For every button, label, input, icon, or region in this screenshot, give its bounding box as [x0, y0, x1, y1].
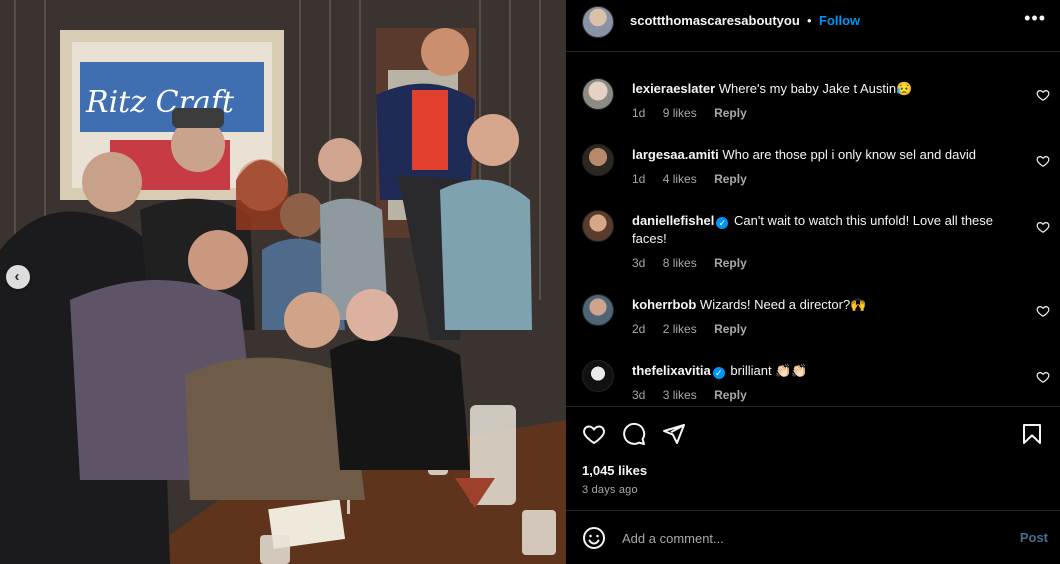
- reply-button[interactable]: Reply: [714, 322, 747, 336]
- comment-bubble-icon[interactable]: [622, 422, 646, 446]
- comment-meta: 3d 3 likes Reply: [632, 388, 761, 402]
- post-header: scottthomascaresaboutyou • Follow •••: [566, 0, 1060, 52]
- heart-icon[interactable]: [582, 422, 606, 446]
- comment-input[interactable]: [622, 527, 982, 549]
- more-options-icon[interactable]: •••: [1024, 8, 1046, 29]
- separator-dot: •: [807, 13, 812, 28]
- comment-age: 3d: [632, 388, 646, 402]
- comment-text-line: koherrbob Wizards! Need a director?🙌: [632, 296, 1016, 314]
- reply-button[interactable]: Reply: [714, 172, 747, 186]
- reply-button[interactable]: Reply: [714, 388, 747, 402]
- comment-text: Wizards! Need a director?🙌: [699, 297, 867, 312]
- comment-username[interactable]: largesaa.amiti: [632, 147, 719, 162]
- comment-text-line: largesaa.amiti Who are those ppl i only …: [632, 146, 1016, 164]
- reply-button[interactable]: Reply: [714, 256, 747, 270]
- comment-text-line: thefelixavitia ✓ brilliant 👏🏻👏🏻: [632, 362, 1016, 380]
- comment-meta: 1d 4 likes Reply: [632, 172, 761, 186]
- commenter-avatar[interactable]: [582, 294, 614, 326]
- comment-username[interactable]: thefelixavitia: [632, 363, 711, 378]
- bookmark-icon[interactable]: [1020, 422, 1044, 446]
- comment-likes[interactable]: 3 likes: [663, 388, 697, 402]
- commenter-avatar[interactable]: [582, 360, 614, 392]
- comment-text: brilliant 👏🏻👏🏻: [730, 363, 808, 378]
- comments-list[interactable]: lexieraeslater Where's my baby Jake t Au…: [566, 52, 1060, 406]
- post-photo[interactable]: Ritz Craft ‹: [0, 0, 566, 564]
- comment-age: 1d: [632, 172, 646, 186]
- post-comment-button[interactable]: Post: [1020, 530, 1048, 545]
- commenter-avatar[interactable]: [582, 144, 614, 176]
- comment-likes[interactable]: 4 likes: [663, 172, 697, 186]
- comment-likes[interactable]: 8 likes: [663, 256, 697, 270]
- heart-icon[interactable]: [1036, 304, 1050, 318]
- comment-age: 1d: [632, 106, 646, 120]
- comment-text: Who are those ppl i only know sel and da…: [722, 147, 976, 162]
- heart-icon[interactable]: [1036, 88, 1050, 102]
- chevron-left-icon: ‹: [14, 267, 20, 285]
- paper-plane-icon[interactable]: [662, 422, 686, 446]
- comment-username[interactable]: lexieraeslater: [632, 81, 715, 96]
- follow-button[interactable]: Follow: [819, 13, 860, 28]
- commenter-avatar[interactable]: [582, 210, 614, 242]
- post-actions: 1,045 likes 3 days ago: [566, 406, 1060, 510]
- comment-text-line: daniellefishel ✓ Can't wait to watch this…: [632, 212, 1016, 248]
- verified-badge-icon: ✓: [716, 217, 729, 229]
- post-side-panel: scottthomascaresaboutyou • Follow ••• le…: [566, 0, 1060, 564]
- comment-age: 3d: [632, 256, 646, 270]
- comment-username[interactable]: koherrbob: [632, 297, 696, 312]
- emoji-smile-icon[interactable]: [582, 526, 606, 550]
- comment-composer: Post: [566, 510, 1060, 564]
- heart-icon[interactable]: [1036, 370, 1050, 384]
- comment-meta: 3d 8 likes Reply: [632, 256, 761, 270]
- commenter-avatar[interactable]: [582, 78, 614, 110]
- group-photo-illustration: Ritz Craft: [0, 0, 566, 564]
- heart-icon[interactable]: [1036, 220, 1050, 234]
- comment-username[interactable]: daniellefishel: [632, 213, 714, 228]
- comment-meta: 2d 2 likes Reply: [632, 322, 761, 336]
- comment-likes[interactable]: 2 likes: [663, 322, 697, 336]
- comment-likes[interactable]: 9 likes: [663, 106, 697, 120]
- previous-photo-button[interactable]: ‹: [6, 265, 30, 289]
- like-count[interactable]: 1,045 likes: [582, 463, 647, 478]
- comment-text: Where's my baby Jake t Austin😥: [718, 81, 913, 96]
- post-age: 3 days ago: [582, 484, 638, 496]
- comment-text-line: lexieraeslater Where's my baby Jake t Au…: [632, 80, 1016, 98]
- comment-meta: 1d 9 likes Reply: [632, 106, 761, 120]
- comment-age: 2d: [632, 322, 646, 336]
- heart-icon[interactable]: [1036, 154, 1050, 168]
- verified-badge-icon: ✓: [712, 367, 725, 379]
- author-avatar[interactable]: [582, 6, 614, 38]
- author-username[interactable]: scottthomascaresaboutyou: [630, 13, 800, 28]
- reply-button[interactable]: Reply: [714, 106, 747, 120]
